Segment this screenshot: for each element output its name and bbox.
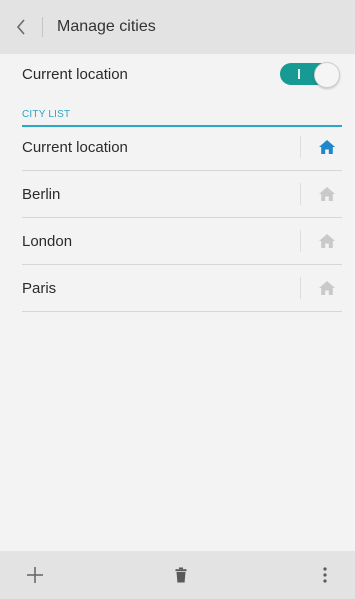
- home-icon: [319, 187, 335, 201]
- set-home-button[interactable]: [314, 183, 340, 205]
- home-icon: [319, 281, 335, 295]
- app-bar: Manage cities: [0, 0, 355, 54]
- home-divider: [300, 277, 301, 299]
- current-location-setting: Current location: [22, 56, 340, 92]
- city-list-item-berlin[interactable]: Berlin: [22, 171, 342, 218]
- city-name: Berlin: [22, 185, 61, 203]
- home-action: [300, 229, 342, 253]
- home-action: [300, 135, 342, 159]
- back-button[interactable]: [0, 0, 42, 54]
- add-city-button[interactable]: [12, 551, 58, 599]
- home-icon: [319, 140, 335, 154]
- city-list-item-paris[interactable]: Paris: [22, 265, 342, 312]
- plus-icon: [27, 567, 43, 583]
- toggle-on-indicator: [298, 69, 300, 79]
- current-location-toggle[interactable]: [280, 62, 340, 88]
- delete-city-button[interactable]: [158, 551, 204, 599]
- bottom-action-bar: [0, 551, 355, 599]
- home-divider: [300, 136, 301, 158]
- city-list-section-title: CITY LIST: [22, 109, 71, 120]
- set-home-button[interactable]: [314, 230, 340, 252]
- home-action: [300, 276, 342, 300]
- home-divider: [300, 230, 301, 252]
- home-icon: [319, 234, 335, 248]
- city-name: Current location: [22, 138, 128, 156]
- city-name: London: [22, 232, 73, 250]
- city-name: Paris: [22, 279, 57, 297]
- set-home-button[interactable]: [314, 136, 340, 158]
- city-list: Current location Berlin London Paris: [22, 124, 342, 312]
- page-title: Manage cities: [57, 18, 156, 35]
- chevron-left-icon: [16, 19, 25, 35]
- toggle-knob[interactable]: [314, 62, 340, 88]
- header-divider: [42, 17, 43, 37]
- home-divider: [300, 183, 301, 205]
- set-home-button[interactable]: [314, 277, 340, 299]
- city-list-item-london[interactable]: London: [22, 218, 342, 265]
- trash-icon: [175, 567, 187, 583]
- home-action: [300, 182, 342, 206]
- more-options-button[interactable]: [305, 551, 345, 599]
- more-vertical-icon: [323, 567, 327, 583]
- city-list-item-current-location[interactable]: Current location: [22, 124, 342, 171]
- current-location-setting-label: Current location: [22, 65, 128, 83]
